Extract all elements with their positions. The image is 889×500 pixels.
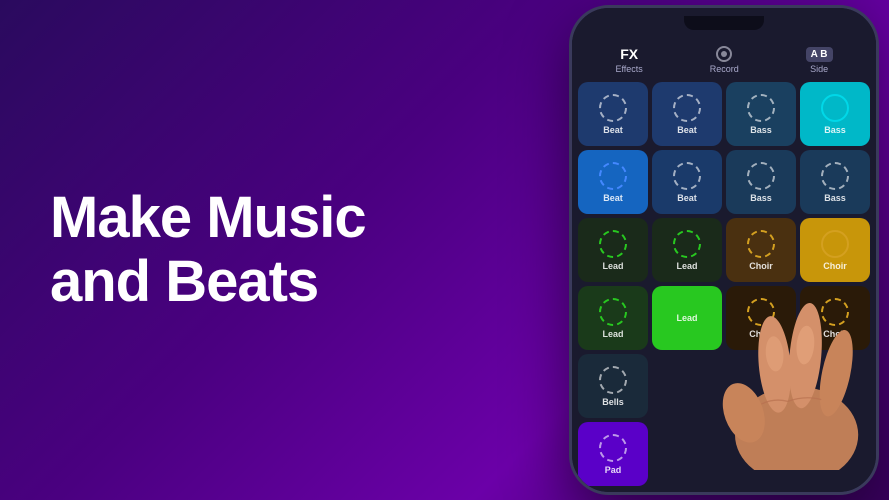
pad-bass-2[interactable]: Bass — [726, 150, 796, 214]
pad-ring — [599, 298, 627, 326]
record-button[interactable]: Record — [710, 46, 739, 74]
pad-ring — [673, 162, 701, 190]
pad-label: Beat — [677, 193, 697, 203]
pad-label: Lead — [602, 329, 623, 339]
pad-beat-1[interactable]: Beat — [578, 82, 648, 146]
pad-ring — [599, 162, 627, 190]
pad-ring — [599, 366, 627, 394]
headline: Make Music and Beats — [50, 186, 419, 314]
pad-label: Bass — [824, 193, 846, 203]
pad-beat-active-1[interactable]: Beat — [578, 150, 648, 214]
record-label: Record — [710, 64, 739, 74]
pad-bass-1[interactable]: Bass — [726, 82, 796, 146]
headline-line1: Make Music — [50, 185, 366, 250]
ab-badge: A B — [806, 47, 833, 62]
pad-ring — [747, 94, 775, 122]
pad-ring — [821, 94, 849, 122]
pad-lead-1[interactable]: Lead — [578, 218, 648, 282]
pad-lead-3[interactable]: Lead — [578, 286, 648, 350]
left-section: Make Music and Beats — [0, 126, 469, 374]
pad-pad[interactable]: Pad — [578, 422, 648, 486]
pad-ring — [821, 162, 849, 190]
pad-beat-2[interactable]: Beat — [652, 82, 722, 146]
side-button[interactable]: A B Side — [806, 47, 833, 74]
pad-ring — [599, 230, 627, 258]
pad-ring — [599, 94, 627, 122]
fx-button[interactable]: FX Effects — [615, 46, 642, 74]
pad-label: Beat — [603, 193, 623, 203]
pad-label: Beat — [603, 125, 623, 135]
pad-ring — [747, 162, 775, 190]
pad-bass-active-1[interactable]: Bass — [800, 82, 870, 146]
pad-ring — [673, 94, 701, 122]
pad-label: Bass — [750, 125, 772, 135]
pad-bells[interactable]: Bells — [578, 354, 648, 418]
hand-overlay — [689, 250, 869, 470]
pad-label: Bass — [750, 193, 772, 203]
pad-label: Beat — [677, 125, 697, 135]
record-icon — [716, 46, 732, 62]
pad-label: Lead — [602, 261, 623, 271]
notch-area — [572, 8, 876, 38]
effects-label: Effects — [615, 64, 642, 74]
pad-ring — [599, 434, 627, 462]
right-section: FX Effects Record A B Side — [469, 0, 889, 500]
pad-bass-3[interactable]: Bass — [800, 150, 870, 214]
fx-text: FX — [620, 46, 638, 62]
phone-notch — [684, 16, 764, 30]
side-label: Side — [810, 64, 828, 74]
pad-label: Pad — [605, 465, 622, 475]
headline-line2: and Beats — [50, 249, 318, 314]
pad-beat-3[interactable]: Beat — [652, 150, 722, 214]
pad-label: Bells — [602, 397, 624, 407]
pad-label: Bass — [824, 125, 846, 135]
toolbar: FX Effects Record A B Side — [572, 38, 876, 78]
